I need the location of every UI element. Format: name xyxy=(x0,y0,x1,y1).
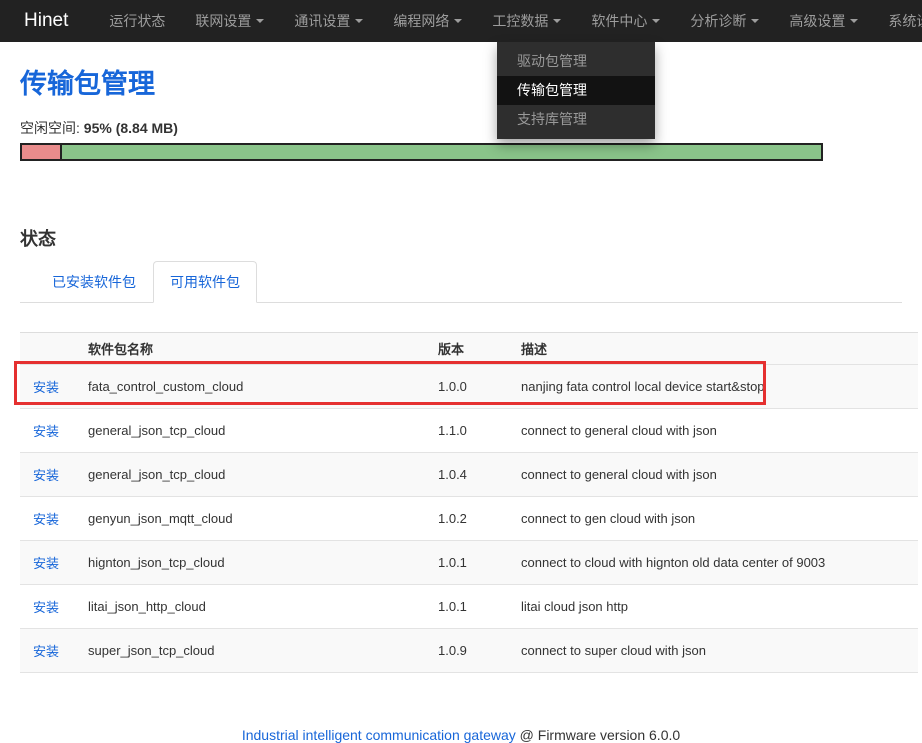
install-link[interactable]: 安装 xyxy=(33,424,59,439)
nav-menu-item[interactable]: 运行状态 xyxy=(94,0,180,42)
page-title: 传输包管理 xyxy=(20,62,902,101)
package-description-cell: connect to super cloud with json xyxy=(508,629,918,673)
nav-menu-item[interactable]: 工控数据 xyxy=(477,0,576,42)
install-cell: 安装 xyxy=(20,585,75,629)
packages-table-wrap: 软件包名称 版本 描述 安装 fata_control_custom_cloud… xyxy=(20,332,902,673)
chevron-down-icon xyxy=(256,19,264,23)
package-version-cell: 1.0.0 xyxy=(425,365,508,409)
free-space-label: 空闲空间: xyxy=(20,120,80,136)
install-cell: 安装 xyxy=(20,541,75,585)
install-cell: 安装 xyxy=(20,453,75,497)
install-link[interactable]: 安装 xyxy=(33,512,59,527)
top-navbar: Hinet 运行状态 联网设置 通讯设置 编程网络 工控数据 xyxy=(0,0,922,42)
packages-table: 软件包名称 版本 描述 安装 fata_control_custom_cloud… xyxy=(20,332,918,673)
nav-menu-item-label: 软件中心 xyxy=(591,11,647,31)
nav-menu-item[interactable]: 系统设置 xyxy=(873,0,922,42)
col-header-install xyxy=(20,333,75,365)
nav-menu-item-label: 工控数据 xyxy=(492,11,548,31)
nav-menu-item-label: 运行状态 xyxy=(109,11,165,31)
col-header-name: 软件包名称 xyxy=(75,333,425,365)
dropdown-menu-item[interactable]: 驱动包管理 xyxy=(497,47,655,76)
brand-logo[interactable]: Hinet xyxy=(24,10,68,32)
package-version-cell: 1.1.0 xyxy=(425,409,508,453)
nav-menu-item[interactable]: 高级设置 xyxy=(774,0,873,42)
package-description-cell: connect to cloud with hignton old data c… xyxy=(508,541,918,585)
table-row: 安装 genyun_json_mqtt_cloud 1.0.2 connect … xyxy=(20,497,918,541)
package-tab[interactable]: 可用软件包 xyxy=(153,261,257,303)
storage-progress-bar xyxy=(20,143,823,161)
nav-menu-item-label: 编程网络 xyxy=(393,11,449,31)
package-name-cell: litai_json_http_cloud xyxy=(75,585,425,629)
install-cell: 安装 xyxy=(20,365,75,409)
table-row: 安装 hignton_json_tcp_cloud 1.0.1 connect … xyxy=(20,541,918,585)
chevron-down-icon xyxy=(850,19,858,23)
chevron-down-icon xyxy=(652,19,660,23)
table-header-row: 软件包名称 版本 描述 xyxy=(20,333,918,365)
chevron-down-icon xyxy=(751,19,759,23)
nav-menu-item[interactable]: 编程网络 xyxy=(378,0,477,42)
install-cell: 安装 xyxy=(20,629,75,673)
nav-menu-item[interactable]: 软件中心 xyxy=(576,0,675,42)
table-row: 安装 fata_control_custom_cloud 1.0.0 nanji… xyxy=(20,365,918,409)
install-cell: 安装 xyxy=(20,497,75,541)
nav-menu-item-label: 联网设置 xyxy=(195,11,251,31)
package-tabs: 已安装软件包 可用软件包 xyxy=(20,261,902,303)
package-version-cell: 1.0.2 xyxy=(425,497,508,541)
package-tab[interactable]: 已安装软件包 xyxy=(35,261,153,303)
nav-menu-item-label: 系统设置 xyxy=(888,11,922,31)
col-header-version: 版本 xyxy=(425,333,508,365)
nav-menu-item-label: 分析诊断 xyxy=(690,11,746,31)
chevron-down-icon xyxy=(553,19,561,23)
package-name-cell: fata_control_custom_cloud xyxy=(75,365,425,409)
package-name-cell: general_json_tcp_cloud xyxy=(75,409,425,453)
gateway-link[interactable]: Industrial intelligent communication gat… xyxy=(242,727,516,743)
install-link[interactable]: 安装 xyxy=(33,556,59,571)
dropdown-menu-item[interactable]: 传输包管理 xyxy=(497,76,655,105)
table-row: 安装 general_json_tcp_cloud 1.0.4 connect … xyxy=(20,453,918,497)
package-version-cell: 1.0.9 xyxy=(425,629,508,673)
install-cell: 安装 xyxy=(20,409,75,453)
table-row: 安装 general_json_tcp_cloud 1.1.0 connect … xyxy=(20,409,918,453)
package-version-cell: 1.0.4 xyxy=(425,453,508,497)
col-header-description: 描述 xyxy=(508,333,918,365)
nav-menu: 运行状态 联网设置 通讯设置 编程网络 工控数据 xyxy=(94,0,922,42)
free-space-line: 空闲空间: 95% (8.84 MB) xyxy=(20,118,902,138)
firmware-version-text: @ Firmware version 6.0.0 xyxy=(516,727,680,743)
install-link[interactable]: 安装 xyxy=(33,644,59,659)
storage-free-segment xyxy=(62,145,821,159)
table-row: 安装 litai_json_http_cloud 1.0.1 litai clo… xyxy=(20,585,918,629)
nav-menu-item[interactable]: 分析诊断 xyxy=(675,0,774,42)
nav-menu-item-label: 通讯设置 xyxy=(294,11,350,31)
package-name-cell: hignton_json_tcp_cloud xyxy=(75,541,425,585)
package-description-cell: connect to general cloud with json xyxy=(508,453,918,497)
install-link[interactable]: 安装 xyxy=(33,600,59,615)
install-link[interactable]: 安装 xyxy=(33,380,59,395)
package-version-cell: 1.0.1 xyxy=(425,585,508,629)
storage-used-segment xyxy=(22,145,62,159)
package-name-cell: super_json_tcp_cloud xyxy=(75,629,425,673)
package-description-cell: connect to gen cloud with json xyxy=(508,497,918,541)
dropdown-menu-item[interactable]: 支持库管理 xyxy=(497,105,655,134)
package-description-cell: nanjing fata control local device start&… xyxy=(508,365,918,409)
nav-menu-item-label: 高级设置 xyxy=(789,11,845,31)
nav-menu-item[interactable]: 联网设置 xyxy=(180,0,279,42)
software-center-dropdown: 驱动包管理 传输包管理 支持库管理 xyxy=(497,42,655,139)
status-heading: 状态 xyxy=(20,225,902,251)
chevron-down-icon xyxy=(355,19,363,23)
page-content: 传输包管理 空闲空间: 95% (8.84 MB) 状态 已安装软件包 可用软件… xyxy=(0,62,922,743)
package-version-cell: 1.0.1 xyxy=(425,541,508,585)
nav-menu-item[interactable]: 通讯设置 xyxy=(279,0,378,42)
install-link[interactable]: 安装 xyxy=(33,468,59,483)
chevron-down-icon xyxy=(454,19,462,23)
page-footer: Industrial intelligent communication gat… xyxy=(20,727,902,743)
package-description-cell: connect to general cloud with json xyxy=(508,409,918,453)
table-row: 安装 super_json_tcp_cloud 1.0.9 connect to… xyxy=(20,629,918,673)
package-name-cell: genyun_json_mqtt_cloud xyxy=(75,497,425,541)
package-description-cell: litai cloud json http xyxy=(508,585,918,629)
package-name-cell: general_json_tcp_cloud xyxy=(75,453,425,497)
free-space-value: 95% (8.84 MB) xyxy=(84,120,178,136)
